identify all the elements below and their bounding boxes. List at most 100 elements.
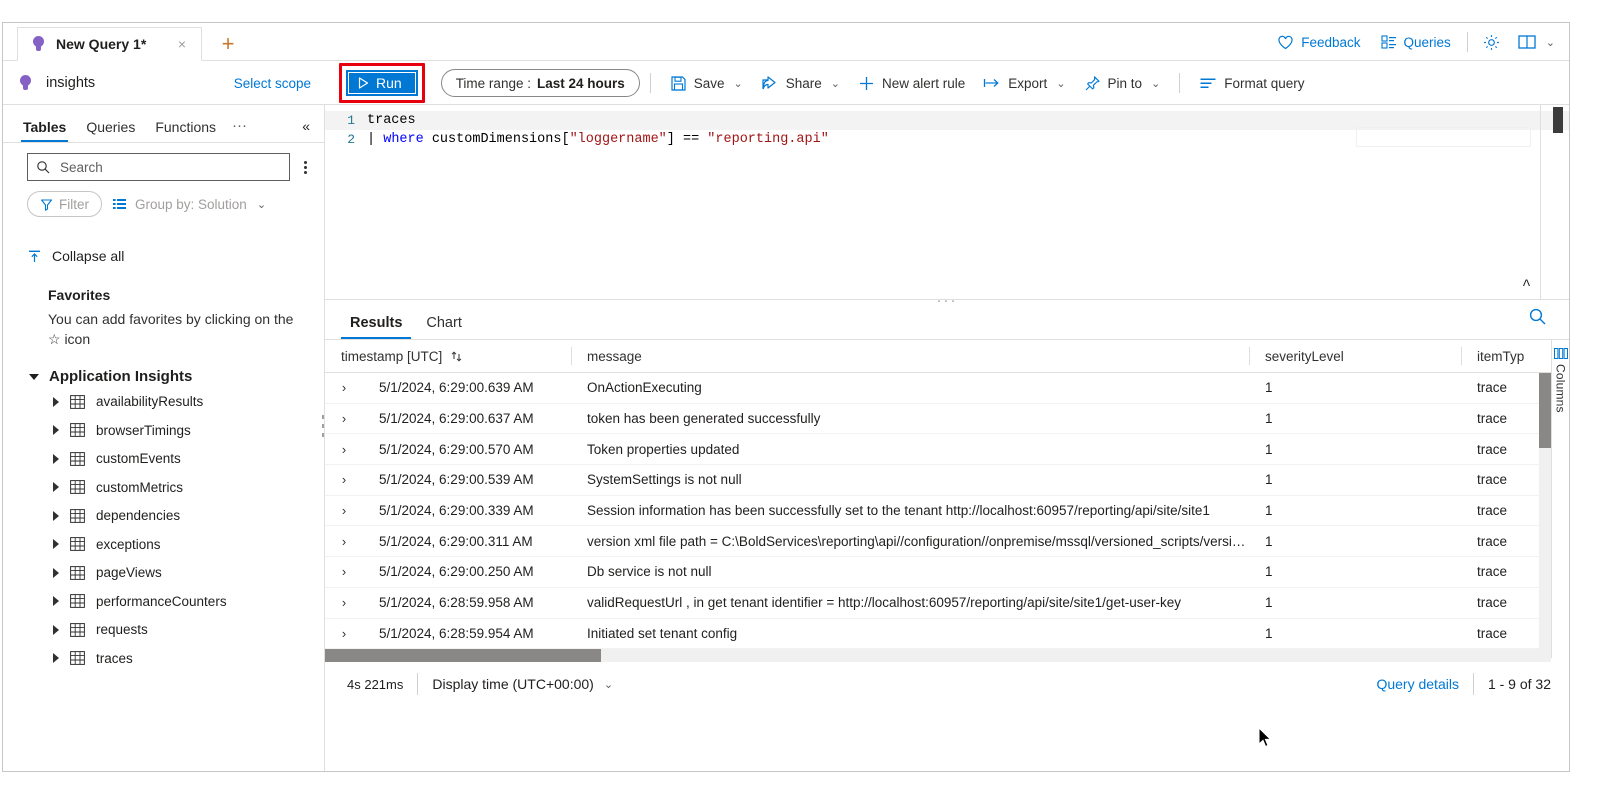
- expand-row-icon[interactable]: ›: [325, 472, 363, 487]
- table-row[interactable]: › 5/1/2024, 6:28:59.958 AM validRequestUrl…: [325, 588, 1569, 619]
- group-label: Application Insights: [49, 368, 193, 386]
- table-icon: [70, 451, 85, 466]
- table-row[interactable]: › 5/1/2024, 6:29:00.250 AM Db service is n…: [325, 557, 1569, 588]
- grid-horizontal-scroll-thumb[interactable]: [325, 649, 601, 663]
- table-list-item[interactable]: browserTimings: [3, 416, 324, 445]
- expand-row-icon[interactable]: ›: [325, 626, 363, 641]
- expand-row-icon[interactable]: ›: [325, 411, 363, 426]
- tab-queries[interactable]: Queries: [76, 120, 145, 142]
- collapse-all-button[interactable]: Collapse all: [3, 245, 324, 267]
- expand-row-icon[interactable]: ›: [325, 380, 363, 395]
- column-header-severitylevel[interactable]: severityLevel: [1249, 340, 1461, 372]
- table-list-item-label: traces: [96, 650, 133, 666]
- search-box[interactable]: [27, 153, 290, 181]
- editor-scroll-indicator[interactable]: [1553, 107, 1563, 133]
- tab-tables[interactable]: Tables: [13, 120, 76, 142]
- save-button[interactable]: Save ⌄: [661, 68, 752, 98]
- share-button[interactable]: Share ⌄: [752, 68, 849, 98]
- heart-icon: [1278, 35, 1293, 49]
- table-list-item[interactable]: exceptions: [3, 530, 324, 559]
- table-row[interactable]: › 5/1/2024, 6:29:00.539 AM SystemSettings …: [325, 465, 1569, 496]
- layout-button[interactable]: ⌄: [1509, 27, 1559, 57]
- query-editor[interactable]: 1 traces 2 | where customDimensions["log…: [325, 105, 1569, 300]
- expand-row-icon[interactable]: ›: [325, 442, 363, 457]
- more-tabs-icon[interactable]: ···: [226, 117, 253, 142]
- table-list-item[interactable]: customEvents: [3, 445, 324, 474]
- grid-vertical-scroll-thumb[interactable]: [1539, 373, 1551, 448]
- select-scope-link[interactable]: Select scope: [234, 76, 311, 91]
- pin-to-button[interactable]: Pin to ⌄: [1075, 68, 1170, 98]
- close-icon[interactable]: ×: [171, 33, 193, 55]
- format-query-button[interactable]: Format query: [1190, 68, 1313, 98]
- cell-timestamp: 5/1/2024, 6:28:59.954 AM: [379, 625, 534, 641]
- plus-icon: [860, 76, 873, 90]
- table-row[interactable]: › 5/1/2024, 6:29:00.570 AM Token propertie…: [325, 434, 1569, 466]
- code-keyword: where: [383, 132, 424, 147]
- run-button[interactable]: Run: [346, 70, 418, 96]
- results-search-button[interactable]: [1528, 307, 1547, 326]
- chevron-down-icon: ⌄: [733, 77, 743, 90]
- columns-rail-button[interactable]: Columns: [1551, 340, 1569, 658]
- filter-button[interactable]: Filter: [27, 191, 102, 217]
- command-bar: insights Select scope Run Time range : L…: [3, 61, 1569, 105]
- table-row[interactable]: › 5/1/2024, 6:28:59.954 AM Initiated set t…: [325, 619, 1569, 650]
- new-alert-rule-label: New alert rule: [882, 75, 966, 91]
- settings-button[interactable]: [1474, 27, 1509, 57]
- expand-row-icon[interactable]: ›: [325, 595, 363, 610]
- table-list-item[interactable]: dependencies: [3, 502, 324, 531]
- chevron-right-icon[interactable]: [53, 396, 59, 407]
- table-icon: [70, 423, 85, 438]
- table-icon: [70, 594, 85, 609]
- chevron-down-icon: ⌄: [1151, 77, 1161, 90]
- table-list-item[interactable]: performanceCounters: [3, 587, 324, 616]
- grid-vertical-scrollbar[interactable]: [1539, 373, 1551, 658]
- search-input[interactable]: [58, 158, 281, 176]
- table-list-item[interactable]: traces: [3, 644, 324, 673]
- tab-chart[interactable]: Chart: [417, 315, 470, 340]
- column-header-label: itemTyp: [1477, 348, 1525, 364]
- chevron-expanded-icon: [29, 373, 39, 380]
- chevron-right-icon[interactable]: [53, 596, 59, 607]
- chevron-right-icon[interactable]: [53, 482, 59, 493]
- page-count-label: 1 - 9 of 32: [1487, 676, 1551, 693]
- feedback-button[interactable]: Feedback: [1267, 27, 1370, 57]
- chevron-right-icon[interactable]: [53, 539, 59, 550]
- expand-row-icon[interactable]: ›: [325, 503, 363, 518]
- queries-button[interactable]: Queries: [1371, 27, 1461, 57]
- table-list-item[interactable]: availabilityResults: [3, 388, 324, 417]
- table-row[interactable]: › 5/1/2024, 6:29:00.639 AM OnActionExecuti…: [325, 373, 1569, 404]
- query-tab[interactable]: New Query 1* ×: [17, 27, 202, 61]
- code-text: traces: [367, 113, 416, 128]
- expand-row-icon[interactable]: ›: [325, 534, 363, 549]
- tab-functions[interactable]: Functions: [145, 120, 226, 142]
- table-row[interactable]: › 5/1/2024, 6:29:00.339 AM Session informa…: [325, 496, 1569, 527]
- chevron-right-icon[interactable]: [53, 624, 59, 635]
- chevron-right-icon[interactable]: [53, 453, 59, 464]
- chevron-right-icon[interactable]: [53, 653, 59, 664]
- chevron-right-icon[interactable]: [53, 567, 59, 578]
- expand-row-icon[interactable]: ›: [325, 564, 363, 579]
- export-button[interactable]: Export ⌄: [974, 68, 1074, 98]
- collapse-panel-icon[interactable]: «: [298, 118, 314, 142]
- display-time-selector[interactable]: Display time (UTC+00:00) ⌄: [432, 676, 613, 692]
- new-alert-rule-button[interactable]: New alert rule: [849, 68, 974, 98]
- table-list-item[interactable]: pageViews: [3, 559, 324, 588]
- collapse-editor-icon[interactable]: ^: [1522, 278, 1531, 293]
- tab-results[interactable]: Results: [341, 315, 412, 340]
- more-vertical-icon[interactable]: [294, 154, 316, 180]
- column-header-timestamp[interactable]: timestamp [UTC]: [325, 340, 571, 372]
- table-list-item[interactable]: requests: [3, 616, 324, 645]
- table-row[interactable]: › 5/1/2024, 6:29:00.637 AM token has been …: [325, 404, 1569, 435]
- chevron-right-icon[interactable]: [53, 510, 59, 521]
- table-list-item[interactable]: customMetrics: [3, 473, 324, 502]
- chevron-right-icon[interactable]: [53, 425, 59, 436]
- table-row[interactable]: › 5/1/2024, 6:29:00.311 AM version xml fil…: [325, 526, 1569, 558]
- add-query-tab-button[interactable]: +: [215, 31, 241, 57]
- code-identifier: customDimensions[: [423, 132, 570, 147]
- query-details-link[interactable]: Query details: [1376, 676, 1458, 692]
- grid-horizontal-scrollbar[interactable]: [325, 649, 1551, 663]
- time-range-picker[interactable]: Time range : Last 24 hours: [440, 69, 640, 97]
- group-application-insights[interactable]: Application Insights: [3, 366, 324, 388]
- group-by-button[interactable]: Group by: Solution ⌄: [112, 197, 266, 212]
- column-header-message[interactable]: message: [571, 340, 1249, 372]
